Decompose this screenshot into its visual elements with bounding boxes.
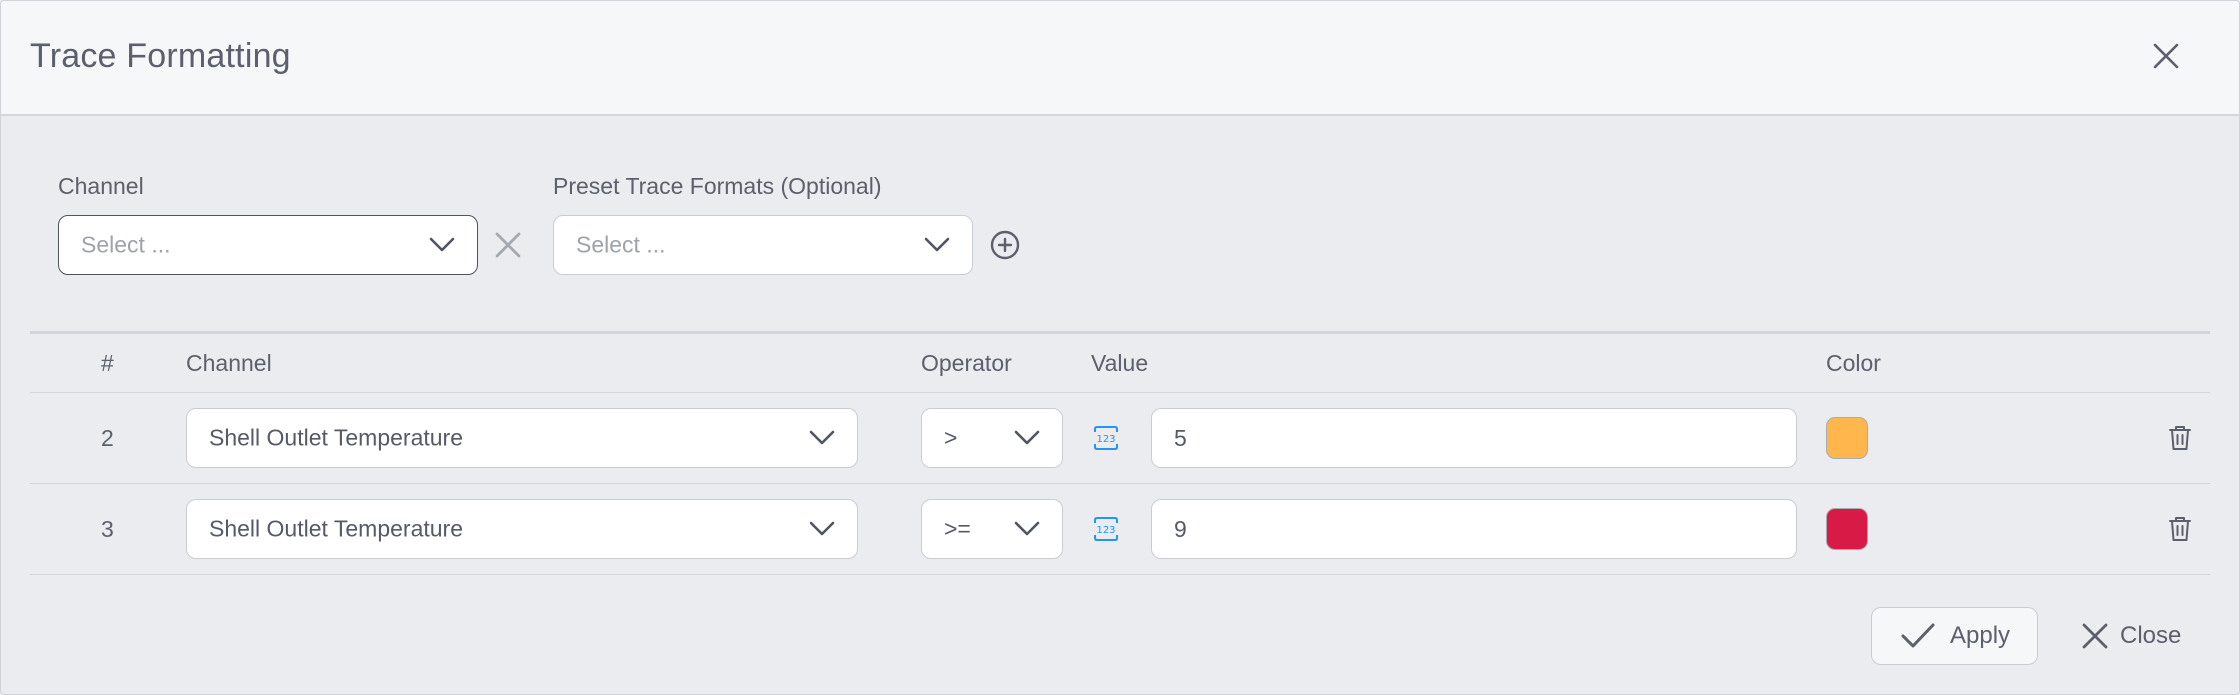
svg-text:123: 123 <box>1096 525 1115 536</box>
trash-icon[interactable] <box>2168 515 2192 543</box>
row-color-swatch[interactable] <box>1826 417 1868 459</box>
row-channel-select[interactable]: Shell Outlet Temperature <box>186 408 858 468</box>
chevron-down-icon <box>809 521 835 536</box>
apply-button[interactable]: Apply <box>1871 607 2038 665</box>
chevron-down-icon <box>1014 430 1040 445</box>
row-channel-value: Shell Outlet Temperature <box>209 515 463 542</box>
preset-select-placeholder: Select ... <box>576 231 666 258</box>
numeric-123-icon[interactable]: 123 <box>1093 425 1119 451</box>
channel-select[interactable]: Select ... <box>58 215 478 275</box>
row-channel-value: Shell Outlet Temperature <box>209 424 463 451</box>
header-value: Value <box>1091 350 1149 376</box>
chevron-down-icon <box>924 237 950 252</box>
add-circle-icon[interactable] <box>989 229 1021 261</box>
close-button[interactable]: Close <box>2065 607 2195 665</box>
chevron-down-icon <box>1014 521 1040 536</box>
header-operator: Operator <box>921 350 1012 376</box>
channel-select-placeholder: Select ... <box>81 231 171 258</box>
row-operator-select[interactable]: > <box>921 408 1063 468</box>
chevron-down-icon <box>429 237 455 252</box>
check-icon <box>1901 623 1935 648</box>
row-operator-value: >= <box>944 515 971 542</box>
row-operator-select[interactable]: >= <box>921 499 1063 559</box>
preset-select[interactable]: Select ... <box>553 215 973 275</box>
close-icon[interactable] <box>2151 41 2181 71</box>
table-header: # Channel Operator Value Color <box>30 334 2210 393</box>
clear-icon[interactable] <box>494 231 522 259</box>
apply-button-label: Apply <box>1950 622 2011 649</box>
dialog-title: Trace Formatting <box>30 37 291 75</box>
trace-format-table: # Channel Operator Value Color 2 Shell O… <box>30 331 2210 575</box>
table-row: 3 Shell Outlet Temperature >= 123 <box>30 484 2210 575</box>
close-icon <box>2082 623 2108 649</box>
table-row: 2 Shell Outlet Temperature > 123 <box>30 393 2210 484</box>
header-number: # <box>101 350 114 376</box>
row-color-swatch[interactable] <box>1826 508 1868 550</box>
header-color: Color <box>1826 350 1881 376</box>
channel-label: Channel <box>58 173 144 199</box>
row-value-input[interactable] <box>1151 408 1797 468</box>
row-channel-select[interactable]: Shell Outlet Temperature <box>186 499 858 559</box>
numeric-123-icon[interactable]: 123 <box>1093 516 1119 542</box>
chevron-down-icon <box>809 430 835 445</box>
row-value-input[interactable] <box>1151 499 1797 559</box>
header-channel: Channel <box>186 350 272 376</box>
trace-formatting-dialog: Trace Formatting Channel Select ... Pres… <box>0 0 2240 695</box>
dialog-header: Trace Formatting <box>1 1 2239 116</box>
row-operator-value: > <box>944 424 958 451</box>
trash-icon[interactable] <box>2168 424 2192 452</box>
svg-text:123: 123 <box>1096 434 1115 445</box>
row-number: 2 <box>101 425 114 451</box>
row-number: 3 <box>101 516 114 542</box>
close-button-label: Close <box>2120 622 2182 649</box>
preset-label: Preset Trace Formats (Optional) <box>553 173 882 199</box>
